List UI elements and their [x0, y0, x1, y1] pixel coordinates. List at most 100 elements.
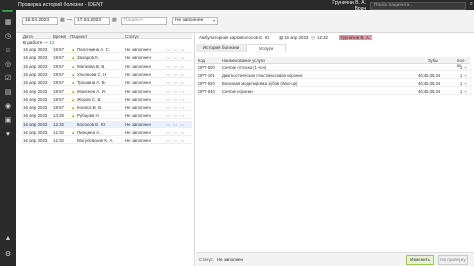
tab-history[interactable]: История болезни: [196, 44, 246, 52]
date-from-field[interactable]: 16.04.2023: [22, 17, 58, 25]
row-indicator: ▭: [166, 63, 171, 69]
service-row[interactable]: ОРТ-520 Восковая моделировка зубов (Wax-u…: [196, 80, 470, 87]
row-time: 19:57: [53, 47, 64, 52]
row-status: Не заполнен: [125, 88, 151, 94]
table-row[interactable]: ▲ 16 апр 2023 19:57 Жоров С. Б. Не заполнен ▭…: [22, 96, 192, 103]
date-to-field[interactable]: 17.04.2023: [74, 17, 110, 25]
svc-col-name[interactable]: Наименование услуги: [222, 58, 265, 63]
table-row[interactable]: ▲ 16 апр 2023 19:57 Моисеев А. И. Не заполне…: [22, 88, 192, 95]
table-row[interactable]: ▲ 16 апр 2023 19:57 Трошина А. В. Не заполне…: [22, 79, 192, 87]
row-date: 16 апр 2023: [23, 88, 48, 94]
chevron-down-icon: ▾: [212, 18, 215, 23]
filter-toolbar: 16.04.2023 ▦ — 17.04.2023 ▦ Пациент Не з…: [16, 10, 474, 32]
reports-icon[interactable]: ▤: [3, 88, 13, 97]
row-indicator: ▭: [180, 71, 185, 77]
service-marker-icon: ▪: [465, 65, 467, 70]
col-time[interactable]: Время: [53, 34, 66, 39]
patient-search-input[interactable]: Поиск пациента...: [370, 1, 466, 10]
row-date: 16 апр 2023: [23, 121, 48, 127]
col-status[interactable]: Статус: [125, 34, 139, 39]
search-icon[interactable]: ⌕: [470, 1, 473, 8]
service-name: Восковая моделировка зубов (Wax-up): [222, 81, 298, 86]
service-qty: 1: [460, 65, 463, 70]
table-row[interactable]: ▲ 16 апр 2023 19:57 Палочкина А. С. Не запол…: [22, 46, 192, 53]
patient-filter-input[interactable]: Пациент: [121, 17, 167, 25]
row-indicator: ▭: [173, 88, 178, 94]
calendar-icon[interactable]: ▦: [3, 18, 13, 27]
status-select-value: Не заполнен: [175, 18, 204, 23]
service-teeth: 46;45;35;34: [418, 73, 441, 78]
row-time: 12:32: [53, 138, 64, 144]
visit-info: Амбулаторная карта ☺ Колосов Е. Ю. ▦ 16 …: [199, 34, 469, 41]
calendar-from-icon[interactable]: ▦: [60, 17, 65, 23]
row-patient: Захаров К.: [77, 55, 99, 61]
tooth-icon[interactable]: ♥: [3, 130, 13, 139]
status-select[interactable]: Не заполнен ▾: [172, 17, 218, 25]
visit-time: 12:32: [317, 35, 328, 40]
date-separator: —: [67, 17, 72, 23]
warehouse-icon[interactable]: ▣: [3, 116, 13, 125]
row-indicator: ▭: [173, 96, 178, 102]
svc-col-teeth[interactable]: Зубы: [428, 58, 438, 63]
service-teeth: 46;45;35;34: [418, 89, 441, 94]
table-row[interactable]: 16 апр 2023 12:32 Колосов Е. Ю. Не заполнен…: [22, 120, 192, 128]
row-indicator: ▭: [180, 138, 185, 144]
patients-icon[interactable]: ☺: [3, 46, 13, 55]
row-indicator: ▭: [180, 121, 185, 127]
row-indicator: ▭: [166, 96, 171, 102]
row-indicator: ▭: [173, 105, 178, 111]
row-time: 12:32: [53, 130, 64, 135]
row-indicator: ▭: [166, 55, 171, 61]
loyalty-icon[interactable]: ◎: [3, 60, 13, 69]
change-button[interactable]: Изменить: [406, 255, 434, 265]
row-time: 19:57: [53, 71, 64, 77]
warning-icon: ▲: [71, 47, 76, 52]
table-row[interactable]: ▲ 16 апр 2023 14:25 Рубцова Н. Не заполнен ▭ ▭…: [22, 112, 192, 120]
group-in-work[interactable]: В работе — 12: [23, 40, 54, 45]
warning-icon: ▲: [71, 55, 76, 61]
row-status: Не заполнен: [125, 71, 151, 77]
visit-date: 16 апр 2023: [284, 35, 309, 40]
col-patient[interactable]: Пациент: [70, 34, 87, 39]
status-label: Статус:: [199, 257, 215, 262]
service-name: Диагностическая пластмассовая коронка: [222, 73, 303, 78]
table-row[interactable]: ▲ 16 апр 2023 12:32 Пиецина А. Не заполнен ▭ ▭…: [22, 129, 192, 136]
visits-list-header: Дата Время Пациент Статус: [22, 33, 192, 39]
send-for-check-button[interactable]: На проверку: [438, 255, 468, 265]
clock-icon[interactable]: ◷: [3, 32, 13, 41]
table-row[interactable]: 16 апр 2023 12:32 Могулевская К. А. Не запо…: [22, 137, 192, 145]
table-row[interactable]: ▲ 16 апр 2023 19:57 Малкова В. В. Не заполне…: [22, 63, 192, 70]
service-row[interactable]: ОРТ-500 Снятие оттиска (1 чел) 1 ▪: [196, 64, 470, 71]
row-time: 19:57: [53, 105, 64, 111]
table-row[interactable]: ▲ 16 апр 2023 19:57 Захаров К. Не заполнен ▭ ▭…: [22, 54, 192, 62]
pane-divider[interactable]: [194, 33, 195, 266]
col-date[interactable]: Дата: [23, 34, 33, 39]
tasks-icon[interactable]: ☑: [3, 74, 13, 83]
table-row[interactable]: ▲ 16 апр 2023 19:57 Колиса В. В. Не заполнен…: [22, 104, 192, 112]
row-date: 16 апр 2023: [23, 113, 48, 119]
service-qty: 1: [460, 73, 463, 78]
row-indicator: ▭: [173, 121, 178, 127]
service-row[interactable]: ОРТ-540 Снятие коронки 46;45;35;34 1 ▪: [196, 88, 470, 95]
row-status: Не заполнен: [125, 63, 151, 69]
svc-col-code[interactable]: Код: [198, 58, 205, 63]
warning-icon: ▲: [71, 130, 76, 135]
row-indicator: ▭: [166, 113, 171, 119]
app-sidebar: ✓ ▦ ◷ ☺ ◎ ☑ ▤ ◉ ▣ ♥ ▲ ⚙: [0, 0, 16, 266]
service-row[interactable]: ОРТ-101 Диагностическая пластмассовая кор…: [196, 72, 470, 79]
row-patient: Малкова В. В.: [77, 63, 106, 69]
group-label: В работе: [23, 39, 43, 45]
finance-icon[interactable]: ◉: [3, 102, 13, 111]
tab-services[interactable]: Услуги: [246, 44, 286, 52]
row-indicator: ▭: [166, 138, 171, 144]
row-indicator: ▭: [180, 96, 185, 102]
tree-icon[interactable]: ▲: [3, 234, 13, 243]
window-title: Проверка историй болезни - IDENT: [18, 2, 104, 8]
settings-icon[interactable]: ⚙: [3, 250, 13, 259]
calendar-to-icon[interactable]: ▦: [112, 17, 117, 23]
visit-patient[interactable]: Колосов Е. Ю.: [241, 35, 270, 40]
row-indicator: ▭: [166, 71, 171, 77]
patient-icon: ☺: [236, 35, 241, 40]
warning-icon: ▲: [71, 88, 76, 94]
table-row[interactable]: ▲ 16 апр 2023 19:57 Ульянова С. Н. Не заполн…: [22, 71, 192, 78]
